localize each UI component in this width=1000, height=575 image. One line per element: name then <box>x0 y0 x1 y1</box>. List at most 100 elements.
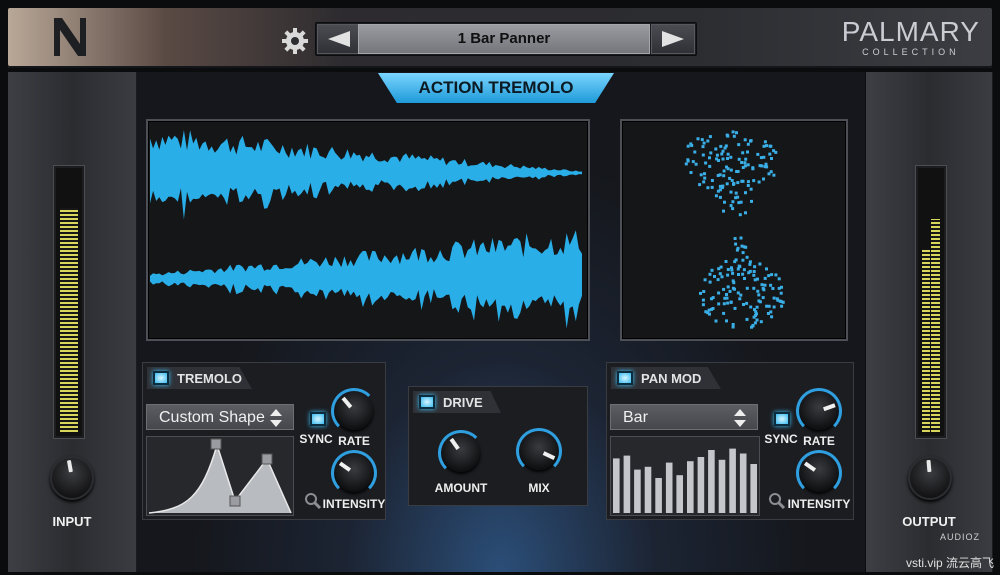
output-knob[interactable] <box>908 456 952 500</box>
input-knob[interactable] <box>50 456 94 500</box>
scatter-dot <box>731 207 735 211</box>
panmod-bar[interactable] <box>634 469 641 513</box>
shape-node[interactable] <box>210 438 222 450</box>
panmod-intensity-knob[interactable] <box>796 450 842 496</box>
scatter-dot <box>732 134 736 138</box>
scatter-dot <box>708 156 711 160</box>
scatter-dot <box>694 162 698 166</box>
scatter-dot <box>750 199 753 203</box>
scatter-dot <box>722 311 726 315</box>
knob-ring <box>331 388 377 434</box>
panmod-sync-led[interactable] <box>774 412 790 426</box>
scatter-dot <box>713 275 716 278</box>
panmod-bars[interactable] <box>611 437 759 515</box>
drive-header[interactable]: DRIVE <box>413 391 501 413</box>
scatter-dot <box>746 150 749 154</box>
watermark-audioz: AUDIOZ <box>940 532 981 542</box>
scatter-dot <box>686 144 690 148</box>
scatter-dot <box>744 245 748 249</box>
shape-node[interactable] <box>229 495 241 507</box>
panmod-bar[interactable] <box>613 458 620 513</box>
scatter-dot <box>774 150 778 154</box>
drive-mix-knob[interactable] <box>516 428 562 474</box>
tremolo-intensity-knob[interactable] <box>331 450 377 496</box>
drive-enable-led[interactable] <box>419 395 435 409</box>
scatter-dot <box>729 168 733 172</box>
panmod-bar[interactable] <box>623 455 631 513</box>
shape-node[interactable] <box>261 453 273 465</box>
scatter-dot <box>714 319 718 323</box>
tremolo-sync-led[interactable] <box>310 412 326 426</box>
scatter-dot <box>770 273 774 277</box>
panmod-rate-knob[interactable] <box>796 388 842 434</box>
waveform-graphic <box>150 130 582 329</box>
tremolo-enable-led[interactable] <box>153 371 169 385</box>
panmod-rate-label: RATE <box>803 434 835 448</box>
panmod-bar[interactable] <box>708 450 715 513</box>
panmod-sync-label: SYNC <box>764 432 798 446</box>
scatter-dot <box>743 138 747 142</box>
scatter-dot <box>701 153 705 157</box>
drive-amount-knob[interactable] <box>438 430 484 476</box>
scatter-dot <box>741 179 745 183</box>
panmod-bar[interactable] <box>687 461 694 513</box>
scatter-dot <box>711 307 715 310</box>
tremolo-rate-knob[interactable] <box>331 388 377 434</box>
panmod-bar[interactable] <box>644 466 652 513</box>
scatter-dot <box>733 287 736 291</box>
panmod-bar[interactable] <box>718 459 726 513</box>
preset-name[interactable]: 1 Bar Panner <box>358 24 650 54</box>
scatter-dot <box>726 285 730 289</box>
panmod-bar-editor[interactable] <box>610 436 760 516</box>
scatter-dot <box>702 141 706 145</box>
panmod-bar[interactable] <box>655 478 662 513</box>
panmod-bar[interactable] <box>729 448 736 513</box>
scatter-dot <box>708 164 712 168</box>
scatter-dot <box>699 173 703 177</box>
tremolo-shape-dropdown[interactable]: Custom Shape <box>146 404 294 430</box>
tremolo-header[interactable]: TREMOLO <box>147 367 252 389</box>
scatter-dot <box>710 179 714 182</box>
scatter-dot <box>765 144 768 148</box>
panmod-header[interactable]: PAN MOD <box>611 367 721 389</box>
scatter-dot <box>755 318 759 322</box>
magnifier-icon[interactable] <box>768 492 786 510</box>
scatter-dot <box>752 315 756 319</box>
scatter-dot <box>734 258 738 262</box>
gear-icon[interactable] <box>280 26 310 56</box>
next-preset-button[interactable] <box>651 24 695 54</box>
magnifier-icon[interactable] <box>304 492 322 510</box>
scatter-dot <box>704 310 708 314</box>
scatter-dot <box>752 286 756 290</box>
prev-preset-button[interactable] <box>317 24 361 54</box>
brand-sub: COLLECTION <box>862 47 960 57</box>
scatter-dot <box>735 248 739 252</box>
scatter-dot <box>740 244 744 248</box>
panmod-shape-dropdown[interactable]: Bar <box>610 404 758 430</box>
panmod-bar[interactable] <box>750 464 757 513</box>
scatter-dot <box>770 157 773 160</box>
scatter-dot <box>715 153 719 157</box>
tremolo-shape-editor[interactable] <box>146 436 294 516</box>
scatter-dot <box>749 187 753 191</box>
tremolo-shape-curve[interactable] <box>147 437 293 515</box>
scatter-dot <box>731 200 735 204</box>
panmod-bar[interactable] <box>697 457 705 513</box>
scatter-dot <box>739 200 743 204</box>
scatter-dot <box>733 306 737 310</box>
panmod-bar[interactable] <box>665 462 673 513</box>
tremolo-label: TREMOLO <box>177 370 242 386</box>
scatter-dot <box>736 267 740 271</box>
scatter-dot <box>753 265 757 269</box>
panmod-bar[interactable] <box>739 453 747 514</box>
scatter-dot <box>729 155 733 159</box>
panmod-enable-led[interactable] <box>617 371 633 385</box>
scatter-dot <box>731 323 735 326</box>
scatter-dot <box>735 170 739 173</box>
input-panel: INPUT <box>8 72 137 572</box>
brand-logo: PALMARY COLLECTION <box>842 18 980 58</box>
panmod-bar[interactable] <box>676 475 683 513</box>
input-label: INPUT <box>52 514 92 529</box>
scatter-dot <box>726 152 730 156</box>
panmod-intensity-label: INTENSITY <box>787 497 851 511</box>
